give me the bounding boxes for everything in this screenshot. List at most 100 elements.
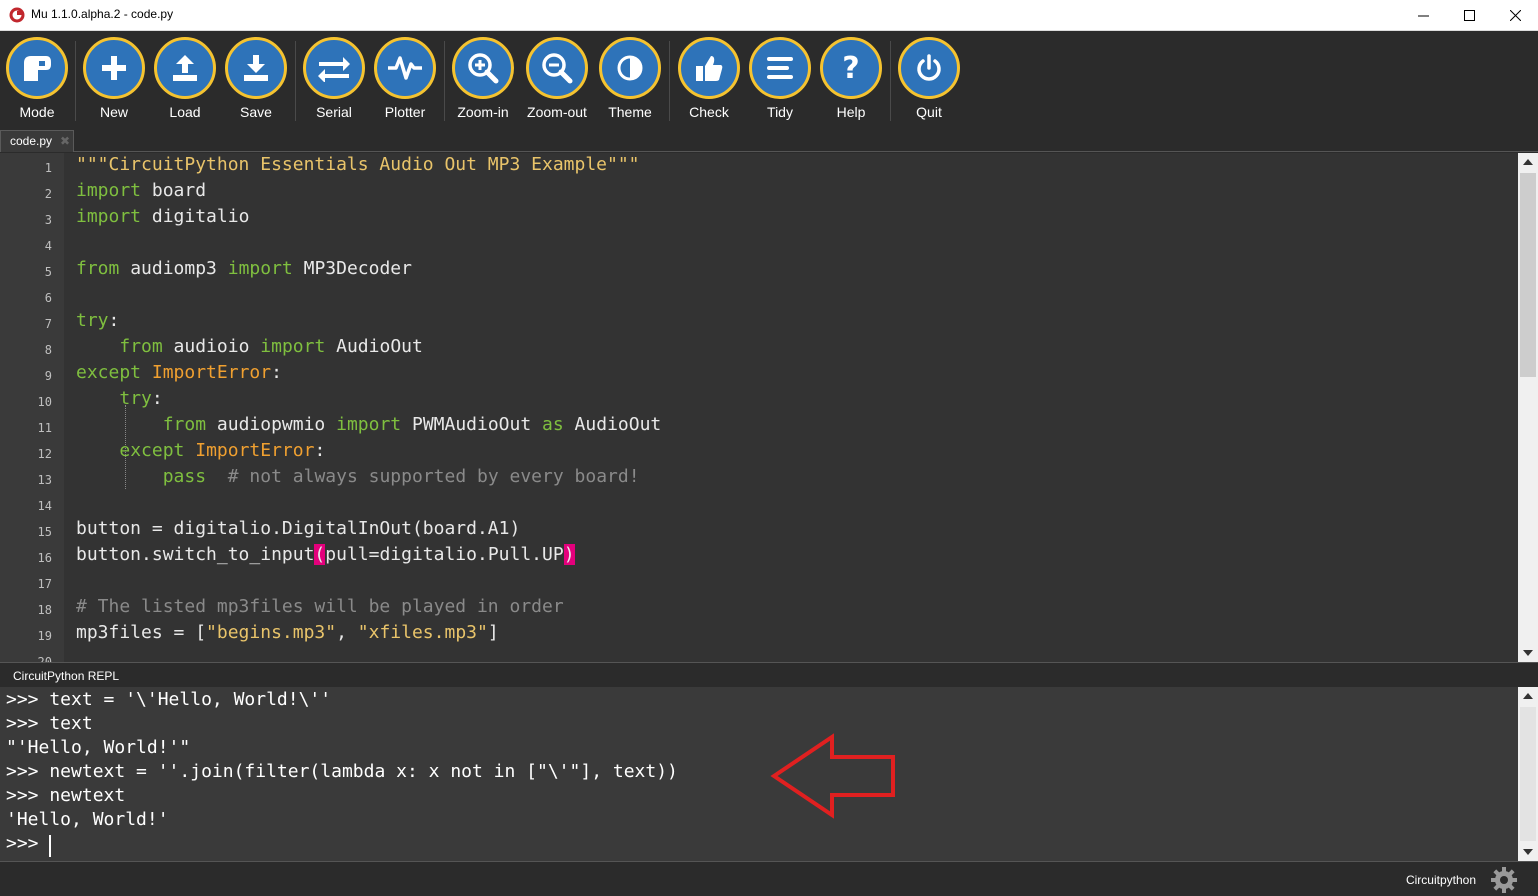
repl-prompt: >>> xyxy=(6,833,50,854)
line-number: 13 xyxy=(37,473,52,487)
scroll-down-icon[interactable] xyxy=(1518,843,1538,861)
line-number: 15 xyxy=(37,525,52,539)
text-cursor xyxy=(49,835,51,857)
close-icon xyxy=(1509,10,1521,21)
tidy-button[interactable]: Tidy xyxy=(744,37,816,125)
code-line: """CircuitPython Essentials Audio Out MP… xyxy=(76,154,640,175)
repl-header: CircuitPython REPL xyxy=(0,662,1538,687)
tidy-label: Tidy xyxy=(767,104,793,120)
code-line: button = digitalio.DigitalInOut(board.A1… xyxy=(76,518,521,539)
question-icon: ? xyxy=(820,37,882,99)
toolbar: Mode New Load Save Serial Plotter Zoom-i… xyxy=(0,31,1538,128)
toolbar-divider xyxy=(444,41,445,121)
tab-close-icon[interactable]: ✖ xyxy=(60,134,70,148)
serial-button[interactable]: Serial xyxy=(298,37,370,125)
help-label: Help xyxy=(836,104,866,120)
tab-code-py[interactable]: code.py ✖ xyxy=(0,130,74,152)
line-number: 4 xyxy=(44,239,52,253)
zoom-out-button[interactable]: Zoom-out xyxy=(521,37,593,125)
line-number: 11 xyxy=(37,421,52,435)
plotter-button[interactable]: Plotter xyxy=(369,37,441,125)
line-number-gutter: 1 2 3 4 5 6 7 8 9 10 11 12 13 14 15 16 1… xyxy=(0,153,64,662)
line-number: 10 xyxy=(37,395,52,409)
editor-scrollbar[interactable] xyxy=(1518,153,1538,662)
zoom-out-label: Zoom-out xyxy=(527,104,587,120)
toolbar-divider xyxy=(295,41,296,121)
minimize-button[interactable] xyxy=(1400,0,1446,31)
check-label: Check xyxy=(689,104,729,120)
line-number: 12 xyxy=(37,447,52,461)
power-icon xyxy=(898,37,960,99)
zoom-in-icon xyxy=(452,37,514,99)
scroll-up-icon[interactable] xyxy=(1518,153,1538,171)
zoom-in-label: Zoom-in xyxy=(457,104,509,120)
new-label: New xyxy=(99,104,128,120)
line-number: 20 xyxy=(37,655,52,662)
status-bar: Circuitpython xyxy=(0,861,1538,896)
load-label: Load xyxy=(169,104,201,120)
quit-button[interactable]: Quit xyxy=(893,37,965,125)
thumbs-up-icon xyxy=(678,37,740,99)
line-number: 6 xyxy=(44,291,52,305)
code-line: from audioio import AudioOut xyxy=(119,336,423,357)
half-circle-icon xyxy=(599,37,661,99)
title-bar: Mu 1.1.0.alpha.2 - code.py xyxy=(0,0,1538,31)
line-number: 2 xyxy=(44,187,52,201)
repl-line: "'Hello, World!'" xyxy=(6,737,191,758)
line-number: 3 xyxy=(44,213,52,227)
lines-icon xyxy=(749,37,811,99)
help-button[interactable]: ? Help xyxy=(815,37,887,125)
tab-label: code.py xyxy=(10,134,53,148)
repl-line: >>> newtext = ''.join(filter(lambda x: x… xyxy=(6,761,678,782)
line-number: 5 xyxy=(44,265,52,279)
code-line: import board xyxy=(76,180,207,201)
arrows-swap-icon xyxy=(303,37,365,99)
maximize-button[interactable] xyxy=(1446,0,1492,31)
scrollbar-thumb[interactable] xyxy=(1520,173,1536,377)
code-editor[interactable]: 1 2 3 4 5 6 7 8 9 10 11 12 13 14 15 16 1… xyxy=(0,153,1538,662)
repl-line: >>> newtext xyxy=(6,785,126,806)
mode-indicator[interactable]: Circuitpython xyxy=(1406,873,1476,887)
mode-label: Mode xyxy=(19,104,55,120)
scroll-down-icon[interactable] xyxy=(1518,644,1538,662)
repl-line: >>> text = '\'Hello, World!\'' xyxy=(6,689,332,710)
repl-panel[interactable]: >>> text = '\'Hello, World!\'' >>> text … xyxy=(0,687,1538,861)
mode-button[interactable]: Mode xyxy=(1,37,73,125)
scrollbar-thumb[interactable] xyxy=(1520,707,1536,841)
zoom-out-icon xyxy=(526,37,588,99)
gear-icon[interactable] xyxy=(1490,866,1518,894)
repl-line: 'Hello, World!' xyxy=(6,809,169,830)
minimize-icon xyxy=(1417,15,1429,17)
tab-bar: code.py ✖ xyxy=(0,128,1538,152)
theme-button[interactable]: Theme xyxy=(594,37,666,125)
code-line: button.switch_to_input(pull=digitalio.Pu… xyxy=(76,544,575,565)
repl-scrollbar[interactable] xyxy=(1518,687,1538,861)
line-number: 19 xyxy=(37,629,52,643)
zoom-in-button[interactable]: Zoom-in xyxy=(447,37,519,125)
line-number: 7 xyxy=(44,317,52,331)
maximize-icon xyxy=(1463,10,1475,21)
code-line: try: xyxy=(119,388,163,409)
code-line: from audiopwmio import PWMAudioOut as Au… xyxy=(162,414,662,435)
pulse-icon xyxy=(374,37,436,99)
close-window-button[interactable] xyxy=(1492,0,1538,31)
code-line: import digitalio xyxy=(76,206,250,227)
repl-line: >>> text xyxy=(6,713,93,734)
plotter-label: Plotter xyxy=(384,104,426,120)
check-button[interactable]: Check xyxy=(673,37,745,125)
save-label: Save xyxy=(240,104,272,120)
repl-title: CircuitPython REPL xyxy=(13,669,120,683)
mu-logo-icon xyxy=(9,7,25,23)
line-number: 1 xyxy=(44,161,52,175)
toolbar-divider xyxy=(75,41,76,121)
plus-icon xyxy=(83,37,145,99)
line-number: 17 xyxy=(37,577,52,591)
scroll-up-icon[interactable] xyxy=(1518,687,1538,705)
new-button[interactable]: New xyxy=(78,37,150,125)
mode-icon xyxy=(6,37,68,99)
download-icon xyxy=(225,37,287,99)
load-button[interactable]: Load xyxy=(149,37,221,125)
code-line: except ImportError: xyxy=(76,362,282,383)
red-arrow-annotation-icon xyxy=(770,733,895,819)
save-button[interactable]: Save xyxy=(220,37,292,125)
